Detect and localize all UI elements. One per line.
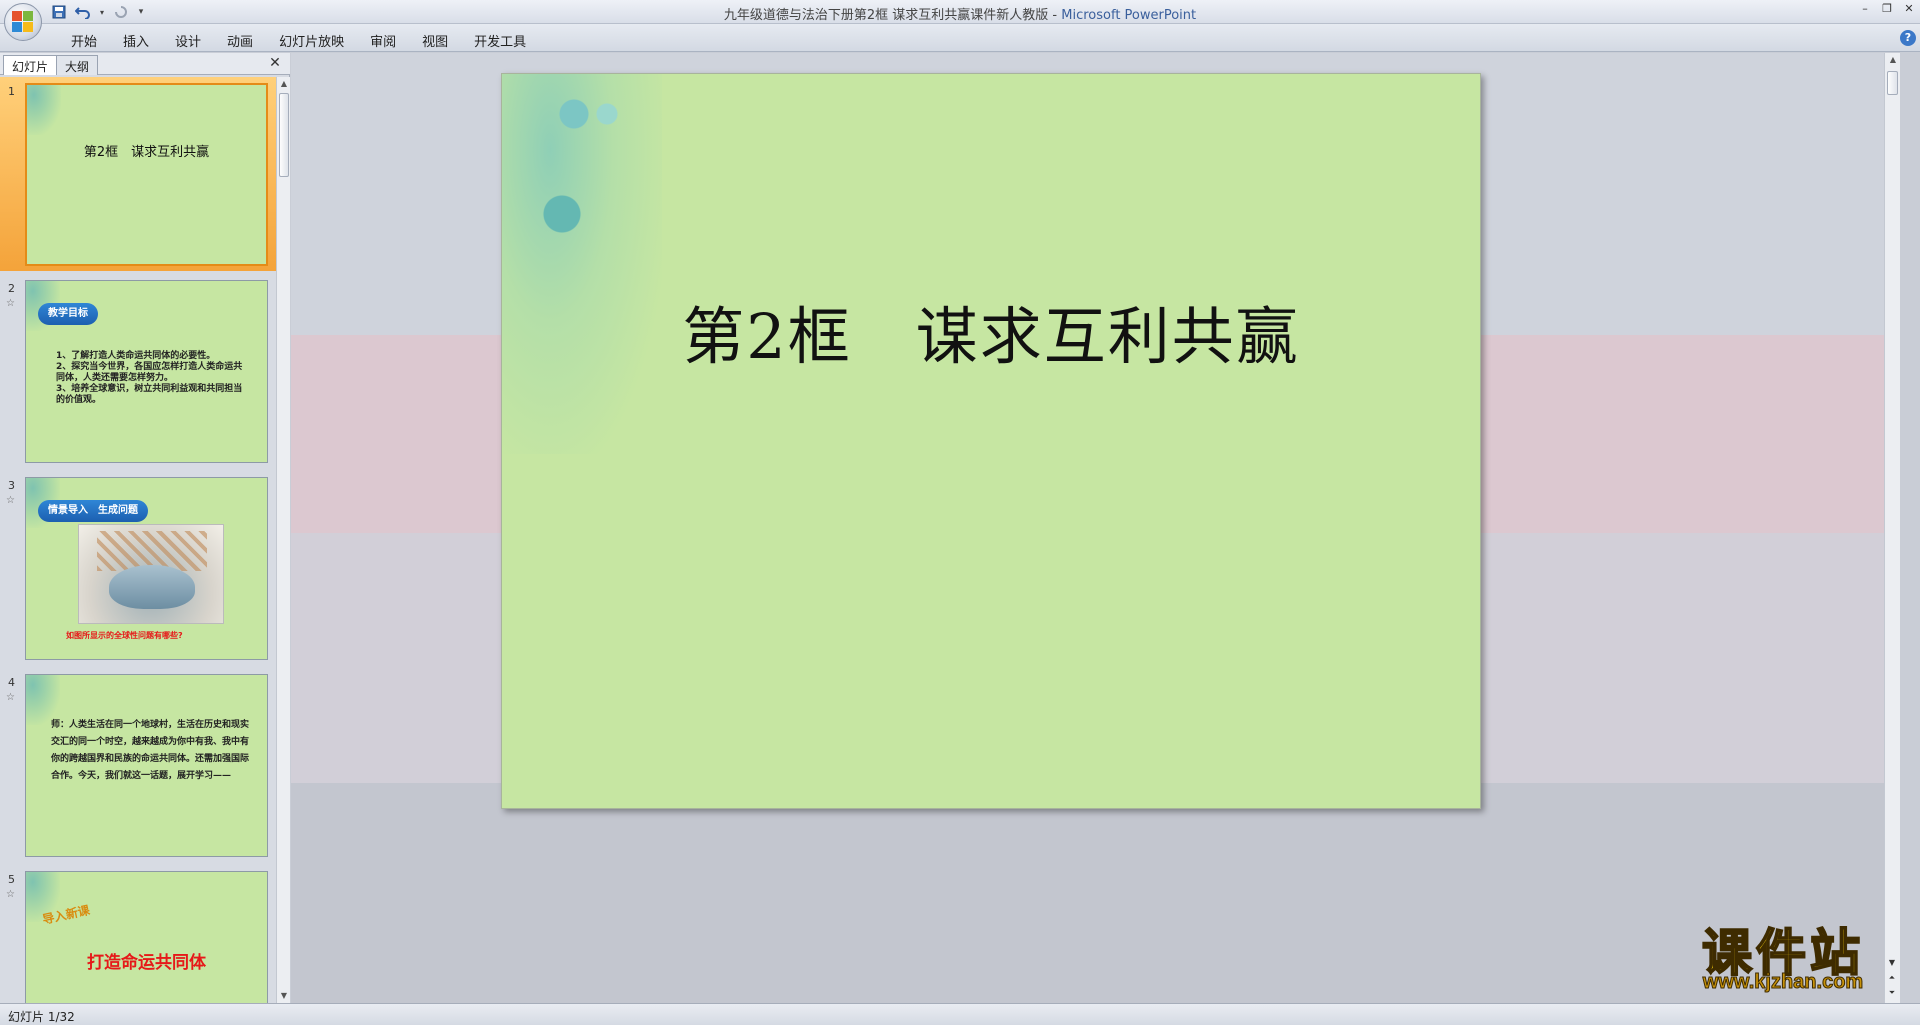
scroll-thumb[interactable] [279, 93, 289, 177]
slide-preview[interactable]: 教学目标 1、了解打造人类命运共同体的必要性。 2、探究当今世界，各国应怎样打造… [25, 280, 268, 463]
close-pane-icon[interactable]: ✕ [268, 56, 282, 70]
ribbon-tabs: 开始 插入 设计 动画 幻灯片放映 审阅 视图 开发工具 ? [0, 24, 1920, 52]
thumb-line: 2、探究当今世界，各国应怎样打造人类命运共同体，人类还需要怎样努力。 [56, 362, 243, 383]
section-pill: 教学目标 [38, 303, 98, 325]
leaf-decoration [27, 85, 61, 135]
scroll-up-icon[interactable]: ▲ [278, 78, 290, 90]
slide-number: 1 [8, 85, 15, 98]
tab-developer[interactable]: 开发工具 [461, 29, 539, 52]
watermark-logo: 课件站 www.kjzhan.com [1684, 913, 1882, 999]
scroll-down-icon[interactable]: ▼ [278, 990, 290, 1002]
close-icon[interactable]: ✕ [1902, 2, 1916, 15]
window-controls: – ❐ ✕ [1858, 2, 1916, 15]
global-issues-image [78, 524, 224, 624]
slide-thumbnail-1[interactable]: 1 第2框 谋求互利共赢 [0, 77, 276, 271]
tab-view[interactable]: 视图 [409, 29, 461, 52]
tab-design[interactable]: 设计 [162, 29, 214, 52]
tab-home[interactable]: 开始 [58, 29, 110, 52]
slide-thumbnail-4[interactable]: 4 ☆ 师：人类生活在同一个地球村，生活在历史和现实交汇的同一个时空，越来越成为… [0, 668, 276, 862]
thumb-body: 1、了解打造人类命运共同体的必要性。 2、探究当今世界，各国应怎样打造人类命运共… [56, 351, 247, 406]
slide-preview[interactable]: 第2框 谋求互利共赢 [25, 83, 268, 266]
office-button[interactable] [4, 3, 42, 41]
slide-number: 2 [8, 282, 15, 295]
slide-preview[interactable]: 情景导入 生成问题 如图所显示的全球性问题有哪些? [25, 477, 268, 660]
slide-title[interactable]: 第2框 谋求互利共赢 [502, 286, 1480, 376]
thumb-title: 打造命运共同体 [87, 953, 206, 973]
slide-preview[interactable]: 师：人类生活在同一个地球村，生活在历史和现实交汇的同一个时空，越来越成为你中有我… [25, 674, 268, 857]
tab-insert[interactable]: 插入 [110, 29, 162, 52]
office-logo-icon [12, 11, 34, 33]
status-bar: 幻灯片 1/32 [0, 1003, 1920, 1025]
document-title: 九年级道德与法治下册第2框 谋求互利共赢课件新人教版 [723, 8, 1049, 23]
slide-number: 4 [8, 676, 15, 689]
thumb-line: 3、培养全球意识，树立共同利益观和共同担当的价值观。 [56, 384, 243, 405]
editor-scrollbar[interactable]: ▲ ▼ ⏶ ⏷ [1884, 53, 1900, 1003]
scroll-up-icon[interactable]: ▲ [1887, 54, 1899, 66]
app-name: Microsoft PowerPoint [1061, 8, 1197, 23]
tab-review[interactable]: 审阅 [357, 29, 409, 52]
window-title: 九年级道德与法治下册第2框 谋求互利共赢课件新人教版 - Microsoft P… [723, 8, 1197, 23]
next-slide-icon[interactable]: ⏷ [1885, 987, 1899, 999]
section-pill: 情景导入 生成问题 [38, 500, 148, 522]
tab-outline[interactable]: 大纲 [56, 55, 99, 75]
thumb-caption: 如图所显示的全球性问题有哪些? [66, 631, 183, 640]
slide-thumbnail-3[interactable]: 3 ☆ 情景导入 生成问题 如图所显示的全球性问题有哪些? [0, 471, 276, 665]
thumb-line: 1、了解打造人类命运共同体的必要性。 [56, 351, 216, 361]
restore-icon[interactable]: ❐ [1880, 2, 1894, 15]
current-slide[interactable]: 第2框 谋求互利共赢 [501, 73, 1481, 809]
pane-scrollbar[interactable]: ▲ ▼ [276, 77, 290, 1003]
tab-animations[interactable]: 动画 [214, 29, 266, 52]
animation-star-icon: ☆ [6, 495, 15, 506]
slide-thumbnail-2[interactable]: 2 ☆ 教学目标 1、了解打造人类命运共同体的必要性。 2、探究当今世界，各国应… [0, 274, 276, 468]
slide-nav-buttons: ▼ ⏶ ⏷ [1885, 957, 1899, 999]
slide-editor: 第2框 谋求互利共赢 ▲ ▼ ⏶ ⏷ 课件站 www.kjzhan.com [291, 53, 1900, 1003]
scroll-down-icon[interactable]: ▼ [1885, 957, 1899, 969]
slide-number: 3 [8, 479, 15, 492]
thumb-title: 第2框 谋求互利共赢 [83, 145, 210, 160]
title-bar: ▾ ▾ 九年级道德与法治下册第2框 谋求互利共赢课件新人教版 - Microso… [0, 0, 1920, 41]
minimize-icon[interactable]: – [1858, 2, 1872, 15]
slide-preview[interactable]: 导入新课 打造命运共同体 [25, 871, 268, 1003]
slide-thumbnail-5[interactable]: 5 ☆ 导入新课 打造命运共同体 [0, 865, 276, 1003]
animation-star-icon: ☆ [6, 298, 15, 309]
slide-counter: 幻灯片 1/32 [8, 1010, 75, 1024]
slides-pane: 幻灯片 大纲 ✕ 1 第2框 谋求互利共赢 2 ☆ 教学目标 1、了解打造人类命… [0, 53, 290, 1003]
watermark-url: www.kjzhan.com [1702, 971, 1864, 994]
slide-thumbnails: 1 第2框 谋求互利共赢 2 ☆ 教学目标 1、了解打造人类命运共同体的必要性。… [0, 77, 276, 1003]
pane-tabs: 幻灯片 大纲 ✕ [0, 53, 290, 75]
tab-slide-show[interactable]: 幻灯片放映 [266, 29, 357, 52]
previous-slide-icon[interactable]: ⏶ [1885, 972, 1899, 984]
leaf-decoration [502, 74, 662, 454]
animation-star-icon: ☆ [6, 889, 15, 900]
animation-star-icon: ☆ [6, 692, 15, 703]
help-icon[interactable]: ? [1900, 30, 1916, 46]
scroll-thumb[interactable] [1887, 71, 1898, 95]
slide-number: 5 [8, 873, 15, 886]
tab-slides[interactable]: 幻灯片 [3, 55, 58, 75]
thumb-body: 师：人类生活在同一个地球村，生活在历史和现实交汇的同一个时空，越来越成为你中有我… [51, 720, 250, 781]
